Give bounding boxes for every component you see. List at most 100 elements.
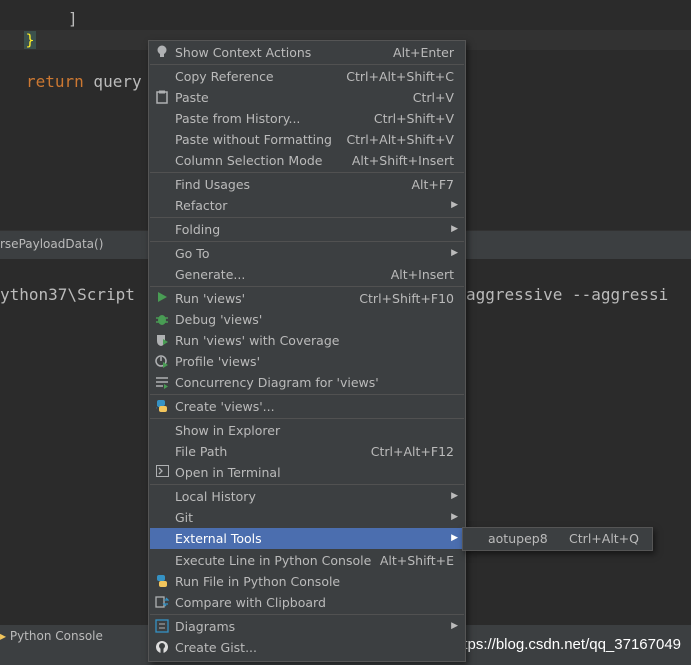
menu-item-show-in-explorer[interactable]: Show in Explorer — [150, 420, 464, 441]
menu-item-run-with-coverage[interactable]: Run 'views' with Coverage — [150, 330, 464, 351]
external-tools-submenu: aotupep8 Ctrl+Alt+Q — [462, 527, 653, 551]
submenu-label: aotupep8 — [488, 531, 548, 546]
submenu-arrow-icon: ▶ — [451, 224, 458, 234]
menu-separator — [150, 286, 464, 287]
menu-label: External Tools — [175, 531, 262, 546]
coverage-shield-icon — [155, 333, 169, 347]
menu-label: Show in Explorer — [175, 423, 281, 438]
diagram-icon — [155, 619, 169, 633]
menu-label: Profile 'views' — [175, 354, 261, 369]
menu-label: Column Selection Mode — [175, 153, 323, 168]
menu-separator — [150, 172, 464, 173]
menu-separator — [150, 614, 464, 615]
menu-item-concurrency-diagram[interactable]: Concurrency Diagram for 'views' — [150, 372, 464, 393]
menu-label: Create 'views'... — [175, 399, 275, 414]
menu-label: Run 'views' — [175, 291, 246, 306]
code-line-return: return query — [26, 72, 142, 91]
menu-item-create-gist[interactable]: Create Gist... — [150, 637, 464, 658]
menu-separator — [150, 484, 464, 485]
menu-label: Find Usages — [175, 177, 251, 192]
matched-brace: } — [24, 31, 36, 49]
menu-label: Refactor — [175, 198, 228, 213]
menu-item-go-to[interactable]: Go To ▶ — [150, 243, 464, 264]
menu-shortcut: Ctrl+Alt+Shift+V — [346, 132, 454, 147]
concurrency-diagram-icon — [155, 375, 169, 389]
menu-label: Git — [175, 510, 194, 525]
menu-separator — [150, 394, 464, 395]
clipboard-icon — [155, 90, 169, 104]
menu-label: Copy Reference — [175, 69, 274, 84]
menu-label: Compare with Clipboard — [175, 595, 326, 610]
menu-item-paste-from-history[interactable]: Paste from History... Ctrl+Shift+V — [150, 108, 464, 129]
submenu-arrow-icon: ▶ — [451, 200, 458, 210]
submenu-arrow-icon: ▶ — [451, 533, 458, 543]
menu-separator — [150, 418, 464, 419]
menu-item-compare-with-clipboard[interactable]: Compare with Clipboard — [150, 592, 464, 613]
run-icon — [155, 291, 169, 305]
console-line-right: aggressive --aggressi — [466, 285, 669, 304]
menu-item-generate[interactable]: Generate... Alt+Insert — [150, 264, 464, 285]
debug-bug-icon — [155, 312, 169, 326]
menu-item-open-in-terminal[interactable]: Open in Terminal — [150, 462, 464, 483]
submenu-shortcut: Ctrl+Alt+Q — [569, 531, 639, 546]
python-console-icon: ▸ — [0, 629, 10, 643]
menu-item-diagrams[interactable]: Diagrams ▶ — [150, 616, 464, 637]
menu-label: Paste without Formatting — [175, 132, 332, 147]
menu-label: File Path — [175, 444, 228, 459]
menu-label: Show Context Actions — [175, 45, 312, 60]
menu-item-refactor[interactable]: Refactor ▶ — [150, 195, 464, 216]
menu-item-debug-views[interactable]: Debug 'views' — [150, 309, 464, 330]
menu-label: Go To — [175, 246, 210, 261]
submenu-item-aotupep8[interactable]: aotupep8 Ctrl+Alt+Q — [464, 528, 651, 549]
menu-shortcut: Alt+F7 — [411, 177, 454, 192]
lightbulb-icon — [155, 45, 169, 59]
menu-item-copy-reference[interactable]: Copy Reference Ctrl+Alt+Shift+C — [150, 66, 464, 87]
menu-item-paste[interactable]: Paste Ctrl+V — [150, 87, 464, 108]
menu-separator — [150, 64, 464, 65]
watermark: https://blog.csdn.net/qq_37167049 — [450, 636, 681, 653]
menu-item-file-path[interactable]: File Path Ctrl+Alt+F12 — [150, 441, 464, 462]
profile-icon — [155, 354, 169, 368]
menu-shortcut: Ctrl+Shift+V — [373, 111, 454, 126]
return-expression: query — [83, 72, 142, 91]
menu-shortcut: Alt+Shift+Insert — [351, 153, 454, 168]
menu-shortcut: Ctrl+Alt+F12 — [370, 444, 454, 459]
console-line-left: ython37\Script — [0, 285, 135, 304]
menu-item-execute-line-in-console[interactable]: Execute Line in Python Console Alt+Shift… — [150, 550, 464, 571]
submenu-arrow-icon: ▶ — [451, 621, 458, 631]
menu-label: Paste — [175, 90, 209, 105]
menu-item-paste-without-formatting[interactable]: Paste without Formatting Ctrl+Alt+Shift+… — [150, 129, 464, 150]
code-line-bracket: ] — [68, 9, 78, 28]
menu-label: Diagrams — [175, 619, 236, 634]
menu-item-find-usages[interactable]: Find Usages Alt+F7 — [150, 174, 464, 195]
menu-item-profile-views[interactable]: Profile 'views' — [150, 351, 464, 372]
menu-item-run-file-in-console[interactable]: Run File in Python Console — [150, 571, 464, 592]
menu-item-git[interactable]: Git ▶ — [150, 507, 464, 528]
menu-item-column-selection-mode[interactable]: Column Selection Mode Alt+Shift+Insert — [150, 150, 464, 171]
python-icon — [155, 574, 169, 588]
terminal-icon — [155, 465, 169, 479]
python-console-tab[interactable]: ▸ Python Console — [0, 629, 103, 643]
menu-item-run-views[interactable]: Run 'views' Ctrl+Shift+F10 — [150, 288, 464, 309]
menu-shortcut: Alt+Shift+E — [379, 553, 454, 568]
menu-shortcut: Alt+Enter — [393, 45, 454, 60]
menu-label: Folding — [175, 222, 221, 237]
menu-label: Concurrency Diagram for 'views' — [175, 375, 379, 390]
menu-label: Run 'views' with Coverage — [175, 333, 340, 348]
submenu-arrow-icon: ▶ — [451, 491, 458, 501]
menu-item-local-history[interactable]: Local History ▶ — [150, 486, 464, 507]
submenu-arrow-icon: ▶ — [451, 248, 458, 258]
github-icon — [155, 640, 169, 654]
menu-item-create-views[interactable]: Create 'views'... — [150, 396, 464, 417]
menu-item-show-context-actions[interactable]: Show Context Actions Alt+Enter — [150, 42, 464, 63]
context-menu: Show Context Actions Alt+Enter Copy Refe… — [148, 40, 466, 662]
menu-label: Execute Line in Python Console — [175, 553, 372, 568]
python-icon — [155, 399, 169, 413]
menu-label: Run File in Python Console — [175, 574, 341, 589]
menu-label: Create Gist... — [175, 640, 258, 655]
menu-item-folding[interactable]: Folding ▶ — [150, 219, 464, 240]
menu-item-external-tools[interactable]: External Tools ▶ — [150, 528, 464, 549]
menu-shortcut: Ctrl+Alt+Shift+C — [346, 69, 454, 84]
menu-shortcut: Ctrl+Shift+F10 — [359, 291, 454, 306]
menu-label: Local History — [175, 489, 256, 504]
